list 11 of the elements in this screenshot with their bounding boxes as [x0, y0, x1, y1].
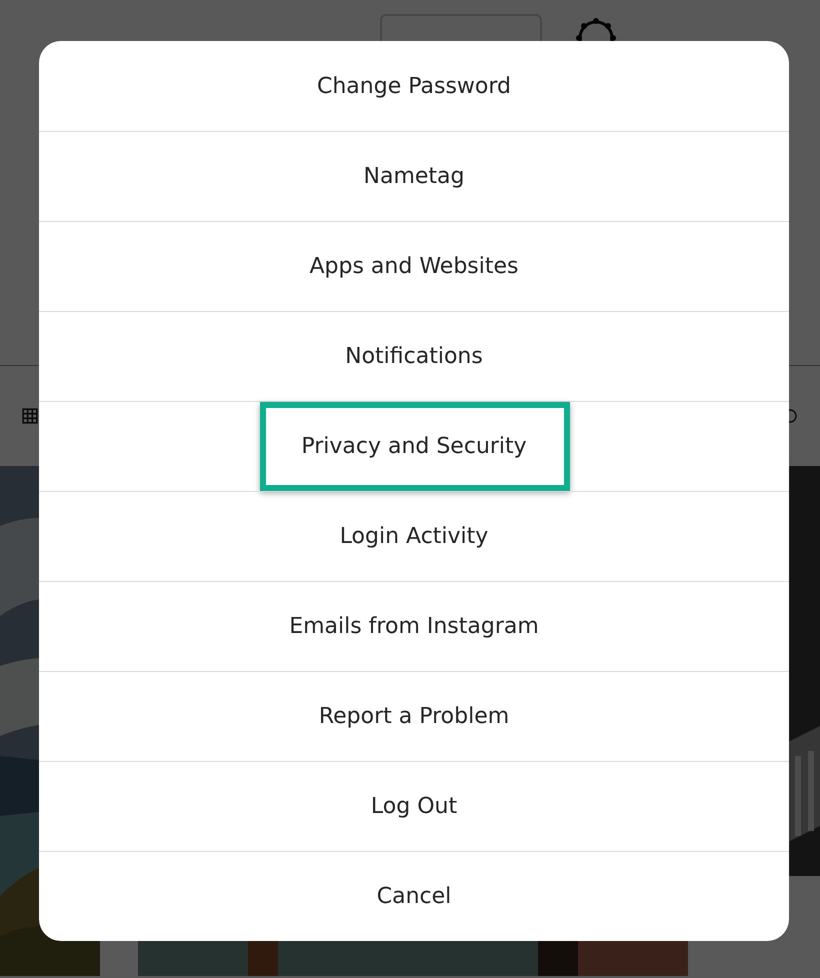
menu-item[interactable]: Emails from Instagram — [279, 610, 549, 643]
menu-item[interactable]: Nametag — [354, 160, 474, 193]
menu-item[interactable]: Login Activity — [330, 520, 498, 553]
menu-item[interactable]: Cancel — [366, 880, 462, 913]
menu-item[interactable]: Change Password — [307, 70, 521, 102]
menu-item[interactable]: Report a Problem — [308, 700, 520, 733]
menu-item[interactable]: Notifications — [335, 340, 493, 373]
menu-item[interactable]: Apps and Websites — [300, 250, 528, 283]
menu-item[interactable]: Privacy and Security — [291, 430, 537, 463]
grid-icon[interactable] — [22, 408, 38, 424]
menu-item[interactable]: Log Out — [360, 790, 468, 823]
